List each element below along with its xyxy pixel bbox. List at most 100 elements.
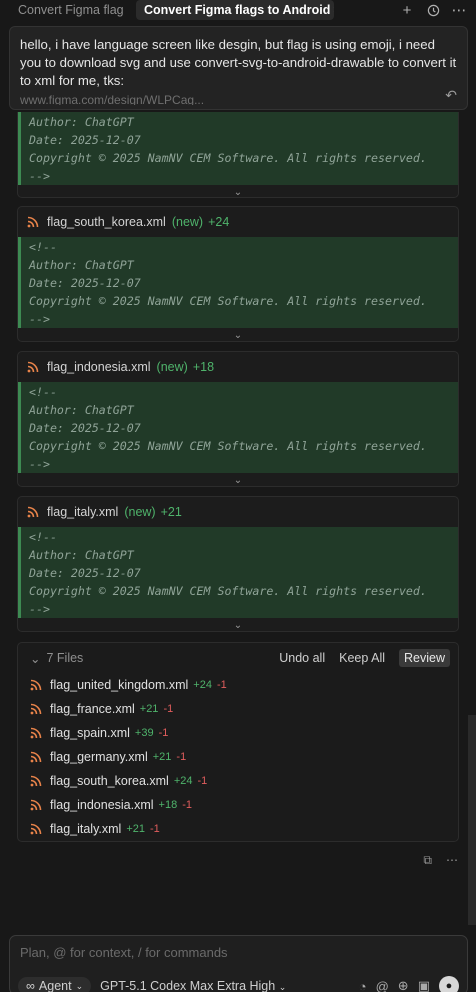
at-mention-icon[interactable]: @	[376, 979, 389, 992]
file-removed-count: -1	[182, 799, 192, 811]
image-icon[interactable]: ▣	[418, 978, 430, 992]
user-prompt[interactable]: hello, i have language screen like desgi…	[9, 26, 468, 110]
card-filename: flag_italy.xml	[47, 505, 119, 519]
file-removed-count: -1	[176, 751, 187, 763]
code-line: <!--	[29, 530, 57, 544]
file-removed-count: -1	[150, 823, 160, 835]
tab-convert-figma-flag[interactable]: Convert Figma flag	[0, 0, 130, 20]
expand-chevron-icon[interactable]: ⌄	[18, 185, 458, 198]
code-diff: <!-- Author: ChatGPT Date: 2025-12-07 Co…	[18, 237, 458, 328]
xml-file-icon	[27, 506, 39, 518]
code-line: Author: ChatGPT	[29, 403, 134, 417]
code-line: Copyright © 2025 NamNV CEM Software. All…	[29, 294, 427, 308]
card-header[interactable]: flag_italy.xml (new) +21	[18, 497, 458, 527]
globe-icon[interactable]: ⊕	[398, 978, 409, 992]
chevron-down-icon: ⌄	[75, 980, 84, 991]
ellipsis-icon[interactable]: ⋯	[446, 853, 458, 868]
file-row[interactable]: flag_spain.xml +39 -1	[18, 721, 458, 745]
expand-chevron-icon[interactable]: ⌄	[18, 473, 458, 486]
file-list: flag_united_kingdom.xml +24 -1 flag_france.…	[18, 673, 458, 841]
xml-file-icon	[30, 775, 42, 787]
code-diff: <!-- Author: ChatGPT Date: 2025-12-07 Co…	[18, 382, 458, 473]
file-row[interactable]: flag_italy.xml +21 -1	[18, 817, 458, 841]
collapse-chevron-icon[interactable]: ⌄	[30, 651, 40, 666]
prompt-link[interactable]: www.figma.com/design/WLPCag...	[20, 93, 230, 105]
composer-input[interactable]: Plan, @ for context, / for commands	[20, 945, 228, 960]
model-label: GPT-5.1 Codex Max Extra High	[100, 979, 276, 992]
code-card: flag_south_korea.xml (new) +24 <!-- Auth…	[17, 206, 459, 342]
xml-file-icon	[30, 823, 42, 835]
file-row[interactable]: flag_germany.xml +21 -1	[18, 745, 458, 769]
code-line: -->	[29, 457, 50, 471]
file-added-count: +21	[152, 751, 172, 763]
file-added-count: +18	[158, 799, 178, 811]
code-line: Author: ChatGPT	[29, 115, 134, 129]
tab-convert-figma-flags-android[interactable]: Convert Figma flags to Android›	[136, 0, 334, 20]
file-name: flag_france.xml	[50, 702, 135, 716]
code-line: Author: ChatGPT	[29, 548, 134, 562]
file-row[interactable]: flag_united_kingdom.xml +24 -1	[18, 673, 458, 697]
code-diff: <!-- Author: ChatGPT Date: 2025-12-07 Co…	[18, 527, 458, 618]
file-added-count: +24	[173, 775, 193, 787]
changed-files-panel: ⌄ 7 Files Undo all Keep All Review flag_…	[17, 642, 459, 842]
infinity-icon: ∞	[26, 979, 35, 992]
file-added-count: +21	[126, 823, 145, 835]
files-count: 7 Files	[46, 651, 84, 665]
code-line: Date: 2025-12-07	[29, 566, 141, 580]
code-line: -->	[29, 169, 50, 183]
code-line: Copyright © 2025 NamNV CEM Software. All…	[29, 584, 427, 598]
undo-icon[interactable]: ↶	[445, 87, 457, 104]
code-card: flag_italy.xml (new) +21 <!-- Author: Ch…	[17, 496, 459, 632]
code-line: Date: 2025-12-07	[29, 276, 141, 290]
copy-icon[interactable]: ⧉	[423, 853, 432, 868]
code-line: <!--	[29, 385, 57, 399]
code-line: Date: 2025-12-07	[29, 133, 141, 147]
microphone-icon[interactable]: ●	[439, 976, 459, 992]
code-line: Date: 2025-12-07	[29, 421, 141, 435]
file-row[interactable]: flag_indonesia.xml +18 -1	[18, 793, 458, 817]
code-line: -->	[29, 312, 50, 326]
tab-label: Convert Figma flag	[18, 3, 124, 17]
code-line: -->	[29, 602, 50, 616]
file-removed-count: -1	[158, 727, 169, 739]
chevron-right-icon: ›	[333, 4, 334, 16]
card-header[interactable]: flag_indonesia.xml (new) +18	[18, 352, 458, 382]
clock-icon[interactable]	[426, 2, 440, 18]
card-new-badge: (new)	[171, 215, 204, 229]
scrollbar[interactable]	[468, 715, 476, 925]
file-removed-count: -1	[163, 703, 174, 715]
expand-chevron-icon[interactable]: ⌄	[18, 618, 458, 631]
composer[interactable]: Plan, @ for context, / for commands ∞ Ag…	[9, 935, 468, 992]
prompt-text: hello, i have language screen like desgi…	[20, 37, 457, 88]
chevron-down-icon: ⌄	[278, 982, 287, 992]
context-usage-icon[interactable]: ◔	[359, 979, 367, 992]
code-line: Copyright © 2025 NamNV CEM Software. All…	[29, 151, 427, 165]
model-selector[interactable]: GPT-5.1 Codex Max Extra High ⌄	[100, 979, 286, 992]
card-filename: flag_south_korea.xml	[47, 215, 166, 229]
keep-all-button[interactable]: Keep All	[339, 651, 385, 665]
code-line: Author: ChatGPT	[29, 258, 134, 272]
card-added-count: +18	[192, 360, 215, 374]
file-name: flag_germany.xml	[50, 750, 148, 764]
card-new-badge: (new)	[124, 505, 156, 519]
file-name: flag_united_kingdom.xml	[50, 678, 189, 692]
composer-toolbar: ∞ Agent ⌄ GPT-5.1 Codex Max Extra High ⌄…	[18, 976, 459, 992]
file-name: flag_south_korea.xml	[50, 774, 169, 788]
xml-file-icon	[27, 216, 39, 228]
code-line: <!--	[29, 240, 57, 254]
file-row[interactable]: flag_france.xml +21 -1	[18, 697, 458, 721]
card-filename: flag_indonesia.xml	[47, 360, 151, 374]
ellipsis-icon[interactable]: ⋯	[452, 2, 467, 19]
review-button[interactable]: Review	[399, 649, 450, 667]
file-removed-count: -1	[216, 679, 227, 691]
expand-chevron-icon[interactable]: ⌄	[18, 328, 458, 341]
card-added-count: +24	[208, 215, 230, 229]
agent-mode-selector[interactable]: ∞ Agent ⌄	[18, 977, 92, 992]
file-row[interactable]: flag_south_korea.xml +24 -1	[18, 769, 458, 793]
undo-all-button[interactable]: Undo all	[279, 651, 325, 665]
xml-file-icon	[27, 361, 39, 373]
xml-file-icon	[30, 751, 42, 763]
file-removed-count: -1	[197, 775, 208, 787]
card-header[interactable]: flag_south_korea.xml (new) +24	[18, 207, 458, 237]
plus-icon[interactable]: +	[400, 2, 414, 19]
